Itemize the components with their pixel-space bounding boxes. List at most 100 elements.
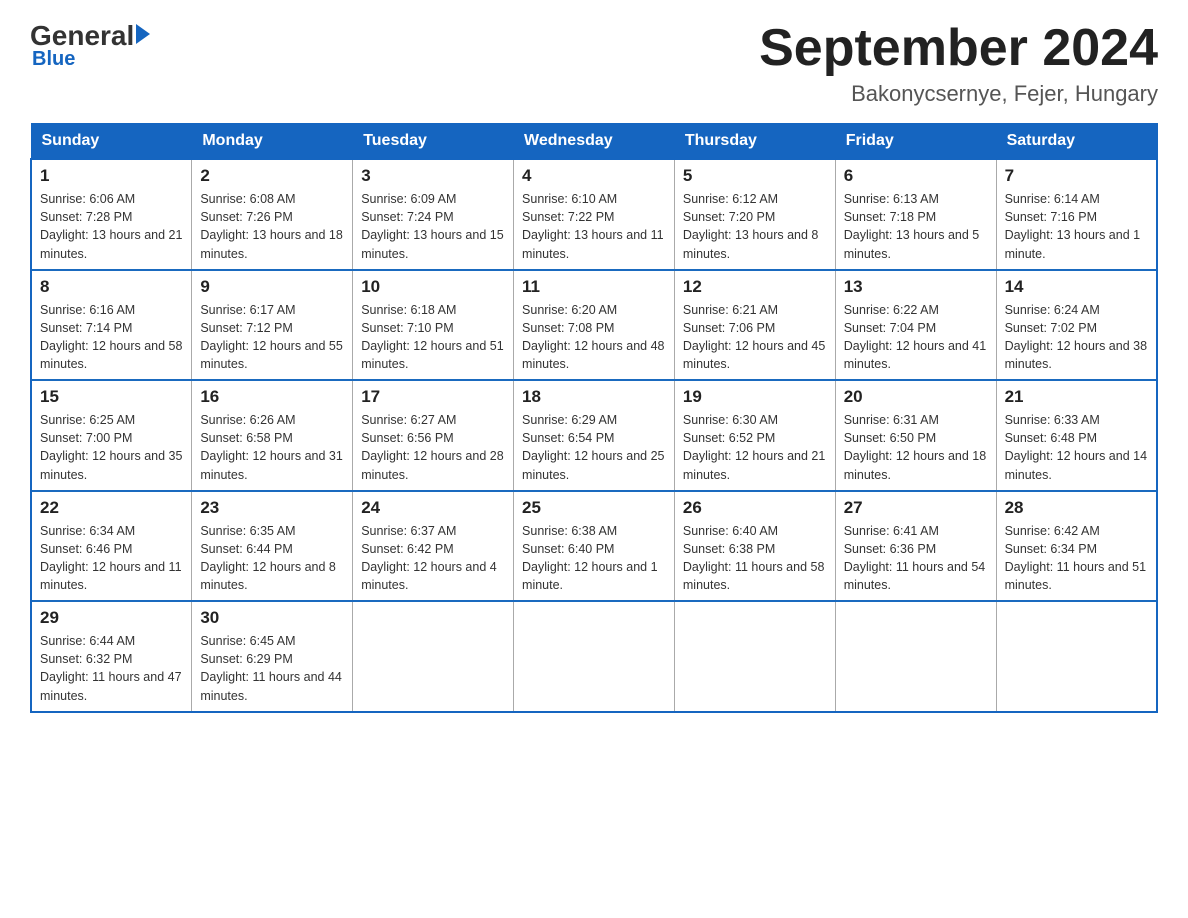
day-info: Sunrise: 6:06 AM Sunset: 7:28 PM Dayligh… <box>40 190 183 263</box>
page-header: General Blue September 2024 Bakonycserny… <box>30 20 1158 107</box>
day-number: 4 <box>522 166 666 186</box>
calendar-day-cell: 30 Sunrise: 6:45 AM Sunset: 6:29 PM Dayl… <box>192 601 353 712</box>
title-area: September 2024 Bakonycsernye, Fejer, Hun… <box>759 20 1158 107</box>
calendar-day-cell: 28 Sunrise: 6:42 AM Sunset: 6:34 PM Dayl… <box>996 491 1157 602</box>
calendar-day-cell: 24 Sunrise: 6:37 AM Sunset: 6:42 PM Dayl… <box>353 491 514 602</box>
day-info: Sunrise: 6:24 AM Sunset: 7:02 PM Dayligh… <box>1005 301 1148 374</box>
calendar-day-cell: 1 Sunrise: 6:06 AM Sunset: 7:28 PM Dayli… <box>31 159 192 270</box>
weekday-header-wednesday: Wednesday <box>514 124 675 160</box>
weekday-header-tuesday: Tuesday <box>353 124 514 160</box>
weekday-header-monday: Monday <box>192 124 353 160</box>
day-info: Sunrise: 6:42 AM Sunset: 6:34 PM Dayligh… <box>1005 522 1148 595</box>
day-number: 20 <box>844 387 988 407</box>
calendar-day-cell: 25 Sunrise: 6:38 AM Sunset: 6:40 PM Dayl… <box>514 491 675 602</box>
calendar-day-cell: 14 Sunrise: 6:24 AM Sunset: 7:02 PM Dayl… <box>996 270 1157 381</box>
day-info: Sunrise: 6:12 AM Sunset: 7:20 PM Dayligh… <box>683 190 827 263</box>
calendar-day-cell <box>514 601 675 712</box>
weekday-header-row: SundayMondayTuesdayWednesdayThursdayFrid… <box>31 124 1157 160</box>
day-number: 3 <box>361 166 505 186</box>
day-number: 9 <box>200 277 344 297</box>
calendar-day-cell: 11 Sunrise: 6:20 AM Sunset: 7:08 PM Dayl… <box>514 270 675 381</box>
day-number: 2 <box>200 166 344 186</box>
logo: General Blue <box>30 20 150 71</box>
day-number: 22 <box>40 498 183 518</box>
calendar-day-cell: 18 Sunrise: 6:29 AM Sunset: 6:54 PM Dayl… <box>514 380 675 491</box>
calendar-day-cell <box>674 601 835 712</box>
day-number: 19 <box>683 387 827 407</box>
day-info: Sunrise: 6:35 AM Sunset: 6:44 PM Dayligh… <box>200 522 344 595</box>
day-number: 11 <box>522 277 666 297</box>
calendar-day-cell <box>835 601 996 712</box>
calendar-day-cell <box>353 601 514 712</box>
day-number: 26 <box>683 498 827 518</box>
day-info: Sunrise: 6:14 AM Sunset: 7:16 PM Dayligh… <box>1005 190 1148 263</box>
calendar-table: SundayMondayTuesdayWednesdayThursdayFrid… <box>30 123 1158 713</box>
day-info: Sunrise: 6:33 AM Sunset: 6:48 PM Dayligh… <box>1005 411 1148 484</box>
day-info: Sunrise: 6:27 AM Sunset: 6:56 PM Dayligh… <box>361 411 505 484</box>
day-number: 18 <box>522 387 666 407</box>
day-info: Sunrise: 6:18 AM Sunset: 7:10 PM Dayligh… <box>361 301 505 374</box>
day-info: Sunrise: 6:21 AM Sunset: 7:06 PM Dayligh… <box>683 301 827 374</box>
calendar-day-cell: 16 Sunrise: 6:26 AM Sunset: 6:58 PM Dayl… <box>192 380 353 491</box>
calendar-week-row: 1 Sunrise: 6:06 AM Sunset: 7:28 PM Dayli… <box>31 159 1157 270</box>
day-number: 1 <box>40 166 183 186</box>
calendar-day-cell: 7 Sunrise: 6:14 AM Sunset: 7:16 PM Dayli… <box>996 159 1157 270</box>
day-number: 28 <box>1005 498 1148 518</box>
day-info: Sunrise: 6:41 AM Sunset: 6:36 PM Dayligh… <box>844 522 988 595</box>
calendar-day-cell: 21 Sunrise: 6:33 AM Sunset: 6:48 PM Dayl… <box>996 380 1157 491</box>
day-number: 12 <box>683 277 827 297</box>
calendar-day-cell: 23 Sunrise: 6:35 AM Sunset: 6:44 PM Dayl… <box>192 491 353 602</box>
day-number: 14 <box>1005 277 1148 297</box>
day-info: Sunrise: 6:10 AM Sunset: 7:22 PM Dayligh… <box>522 190 666 263</box>
day-info: Sunrise: 6:31 AM Sunset: 6:50 PM Dayligh… <box>844 411 988 484</box>
calendar-week-row: 29 Sunrise: 6:44 AM Sunset: 6:32 PM Dayl… <box>31 601 1157 712</box>
calendar-day-cell: 19 Sunrise: 6:30 AM Sunset: 6:52 PM Dayl… <box>674 380 835 491</box>
calendar-day-cell: 9 Sunrise: 6:17 AM Sunset: 7:12 PM Dayli… <box>192 270 353 381</box>
day-info: Sunrise: 6:38 AM Sunset: 6:40 PM Dayligh… <box>522 522 666 595</box>
weekday-header-sunday: Sunday <box>31 124 192 160</box>
day-info: Sunrise: 6:37 AM Sunset: 6:42 PM Dayligh… <box>361 522 505 595</box>
calendar-day-cell: 4 Sunrise: 6:10 AM Sunset: 7:22 PM Dayli… <box>514 159 675 270</box>
calendar-day-cell: 15 Sunrise: 6:25 AM Sunset: 7:00 PM Dayl… <box>31 380 192 491</box>
day-number: 7 <box>1005 166 1148 186</box>
weekday-header-saturday: Saturday <box>996 124 1157 160</box>
weekday-header-thursday: Thursday <box>674 124 835 160</box>
day-info: Sunrise: 6:34 AM Sunset: 6:46 PM Dayligh… <box>40 522 183 595</box>
day-info: Sunrise: 6:30 AM Sunset: 6:52 PM Dayligh… <box>683 411 827 484</box>
day-number: 21 <box>1005 387 1148 407</box>
day-number: 27 <box>844 498 988 518</box>
day-number: 25 <box>522 498 666 518</box>
calendar-week-row: 8 Sunrise: 6:16 AM Sunset: 7:14 PM Dayli… <box>31 270 1157 381</box>
day-number: 8 <box>40 277 183 297</box>
day-number: 30 <box>200 608 344 628</box>
location-text: Bakonycsernye, Fejer, Hungary <box>759 81 1158 107</box>
day-number: 17 <box>361 387 505 407</box>
day-number: 6 <box>844 166 988 186</box>
day-info: Sunrise: 6:44 AM Sunset: 6:32 PM Dayligh… <box>40 632 183 705</box>
day-info: Sunrise: 6:40 AM Sunset: 6:38 PM Dayligh… <box>683 522 827 595</box>
day-info: Sunrise: 6:22 AM Sunset: 7:04 PM Dayligh… <box>844 301 988 374</box>
day-info: Sunrise: 6:45 AM Sunset: 6:29 PM Dayligh… <box>200 632 344 705</box>
weekday-header-friday: Friday <box>835 124 996 160</box>
month-title: September 2024 <box>759 20 1158 77</box>
day-info: Sunrise: 6:29 AM Sunset: 6:54 PM Dayligh… <box>522 411 666 484</box>
calendar-day-cell: 29 Sunrise: 6:44 AM Sunset: 6:32 PM Dayl… <box>31 601 192 712</box>
calendar-day-cell: 2 Sunrise: 6:08 AM Sunset: 7:26 PM Dayli… <box>192 159 353 270</box>
day-info: Sunrise: 6:26 AM Sunset: 6:58 PM Dayligh… <box>200 411 344 484</box>
day-info: Sunrise: 6:16 AM Sunset: 7:14 PM Dayligh… <box>40 301 183 374</box>
day-number: 29 <box>40 608 183 628</box>
day-number: 23 <box>200 498 344 518</box>
calendar-day-cell <box>996 601 1157 712</box>
calendar-day-cell: 20 Sunrise: 6:31 AM Sunset: 6:50 PM Dayl… <box>835 380 996 491</box>
day-info: Sunrise: 6:25 AM Sunset: 7:00 PM Dayligh… <box>40 411 183 484</box>
day-info: Sunrise: 6:13 AM Sunset: 7:18 PM Dayligh… <box>844 190 988 263</box>
day-info: Sunrise: 6:09 AM Sunset: 7:24 PM Dayligh… <box>361 190 505 263</box>
calendar-week-row: 15 Sunrise: 6:25 AM Sunset: 7:00 PM Dayl… <box>31 380 1157 491</box>
day-number: 10 <box>361 277 505 297</box>
day-number: 16 <box>200 387 344 407</box>
calendar-day-cell: 27 Sunrise: 6:41 AM Sunset: 6:36 PM Dayl… <box>835 491 996 602</box>
logo-arrow-icon <box>136 24 150 44</box>
day-info: Sunrise: 6:20 AM Sunset: 7:08 PM Dayligh… <box>522 301 666 374</box>
calendar-day-cell: 10 Sunrise: 6:18 AM Sunset: 7:10 PM Dayl… <box>353 270 514 381</box>
day-number: 5 <box>683 166 827 186</box>
